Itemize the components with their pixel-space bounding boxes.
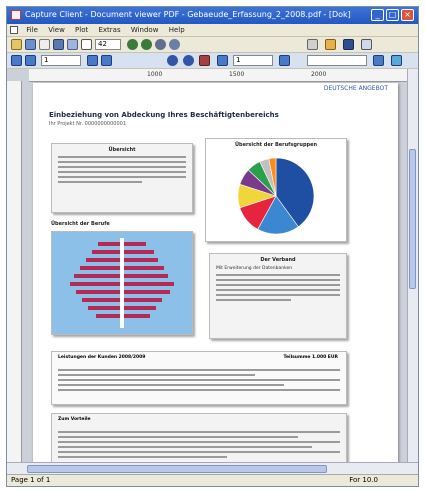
horizontal-ruler: 1000 1500 2000: [29, 69, 408, 82]
document-number-field[interactable]: 1: [233, 55, 273, 66]
menu-plot[interactable]: Plot: [71, 24, 92, 36]
fit-page-icon[interactable]: [167, 55, 178, 66]
pan-icon[interactable]: [155, 39, 166, 50]
rotate-icon[interactable]: [169, 39, 180, 50]
window-title: Capture Client - Document viewer PDF - G…: [25, 10, 351, 19]
pie-chart-box: Übersicht der Berufsgruppen: [205, 138, 347, 242]
population-pyramid: [51, 231, 193, 335]
search-icon[interactable]: [373, 55, 384, 66]
menu-bar: File View Plot Extras Window Help: [7, 24, 418, 37]
pie-chart: [237, 157, 315, 235]
association-box-subtitle: Mit Erweiterung der Datenbanken: [216, 266, 293, 271]
print-icon[interactable]: [39, 39, 50, 50]
vertical-ruler: [7, 81, 22, 462]
app-icon: [11, 10, 21, 20]
notes-box: Zum Vorteile: [51, 413, 347, 462]
info-icon[interactable]: [361, 39, 372, 50]
close-button[interactable]: ×: [401, 9, 414, 21]
status-zoom-info: For 10.0: [349, 476, 378, 484]
document-title: Einbeziehung von Abdeckung Ihres Beschäf…: [49, 111, 279, 119]
prev-doc-icon[interactable]: [217, 55, 228, 66]
save-icon[interactable]: [25, 39, 36, 50]
prev-page-icon[interactable]: [25, 55, 36, 66]
zoom-field[interactable]: 42: [95, 39, 121, 50]
pyramid-chart: [70, 238, 174, 328]
document-viewport[interactable]: 1000 1500 2000 DEUTSCHE ANGEBOT Einbezie…: [7, 69, 418, 462]
next-doc-icon[interactable]: [279, 55, 290, 66]
maximize-button[interactable]: □: [386, 9, 399, 21]
menu-extras[interactable]: Extras: [94, 24, 124, 36]
menu-help[interactable]: Help: [165, 24, 189, 36]
association-box-title: Der Verband: [260, 257, 296, 263]
refresh-icon[interactable]: [391, 55, 402, 66]
services-table-title: Leistungen der Kunden 2008/2009: [58, 355, 146, 360]
document-page: DEUTSCHE ANGEBOT Einbeziehung von Abdeck…: [33, 83, 398, 462]
title-bar[interactable]: Capture Client - Document viewer PDF - G…: [7, 7, 418, 24]
page-number-field[interactable]: 1: [41, 55, 81, 66]
navigation-toolbar: 1 1: [7, 53, 418, 69]
document-icon: [10, 26, 18, 34]
last-page-icon[interactable]: [101, 55, 112, 66]
ruler-tick: 1000: [147, 71, 163, 78]
color-icon[interactable]: [199, 55, 210, 66]
ruler-tick: 1500: [229, 71, 245, 78]
open-folder-icon[interactable]: [11, 39, 22, 50]
first-page-icon[interactable]: [11, 55, 22, 66]
ruler-tick: 2000: [311, 71, 327, 78]
status-bar: Page 1 of 1 For 10.0: [7, 474, 418, 486]
app-window: Capture Client - Document viewer PDF - G…: [6, 6, 419, 487]
next-page-icon[interactable]: [87, 55, 98, 66]
export-icon[interactable]: [343, 39, 354, 50]
search-field[interactable]: [307, 55, 367, 66]
minimize-button[interactable]: _: [371, 9, 384, 21]
main-toolbar: 42: [7, 37, 418, 53]
menu-window[interactable]: Window: [127, 24, 163, 36]
zoom-in-icon[interactable]: [127, 39, 138, 50]
menu-view[interactable]: View: [44, 24, 69, 36]
copy-icon[interactable]: [67, 39, 78, 50]
status-page-info: Page 1 of 1: [11, 476, 51, 484]
scan-icon[interactable]: [53, 39, 64, 50]
services-table: Leistungen der Kunden 2008/2009 Teilsumm…: [51, 351, 347, 405]
vertical-scrollbar[interactable]: [407, 69, 418, 462]
horizontal-scroll-thumb[interactable]: [27, 465, 327, 473]
overview-box-title: Übersicht: [108, 147, 136, 153]
vertical-scroll-thumb[interactable]: [409, 149, 416, 289]
services-table-right-title: Teilsumme 1.000 EUR: [283, 355, 338, 360]
annotate-icon[interactable]: [325, 39, 336, 50]
document-icon[interactable]: [81, 39, 92, 50]
document-header-tag: DEUTSCHE ANGEBOT: [323, 85, 388, 92]
fit-width-icon[interactable]: [183, 55, 194, 66]
overview-box: Übersicht: [51, 143, 193, 213]
pyramid-title: Übersicht der Berufe: [51, 221, 110, 227]
association-box: Der Verband Mit Erweiterung der Datenban…: [209, 253, 347, 339]
document-subtitle: Ihr Projekt Nr. 0000000000001: [49, 121, 127, 127]
menu-file[interactable]: File: [22, 24, 42, 36]
settings-icon[interactable]: [307, 39, 318, 50]
notes-title: Zum Vorteile: [58, 417, 91, 422]
zoom-out-icon[interactable]: [141, 39, 152, 50]
